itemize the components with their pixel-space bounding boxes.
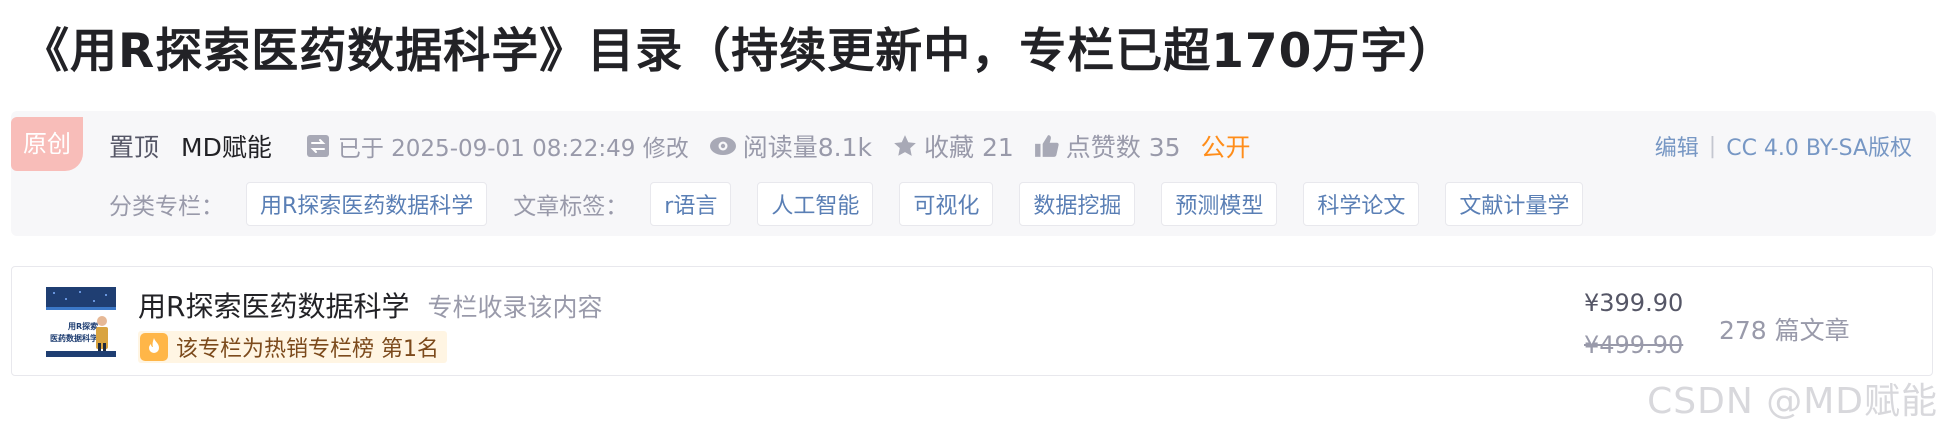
tag-bibliometrics[interactable]: 文献计量学 <box>1445 182 1584 226</box>
edit-links: 编辑 | CC 4.0 BY-SA版权 <box>1655 126 1912 166</box>
modify-icon <box>306 134 330 158</box>
read-count: 阅读量8.1k <box>742 133 872 162</box>
favorite-count[interactable]: 收藏 21 <box>924 128 1014 164</box>
tag-r-language[interactable]: r语言 <box>650 182 732 226</box>
like-count[interactable]: 点赞数 35 <box>1066 128 1181 164</box>
license-link[interactable]: CC 4.0 BY-SA版权 <box>1726 130 1912 162</box>
author-link[interactable]: MD赋能 <box>181 128 272 164</box>
article-title: 《用R探索医药数据科学》目录（持续更新中，专栏已超170万字） <box>22 24 1457 79</box>
star-icon[interactable] <box>892 133 918 159</box>
tags-row: 分类专栏： 用R探索医药数据科学 文章标签： r语言 人工智能 可视化 数据挖掘… <box>109 181 1609 227</box>
fire-icon <box>140 333 168 361</box>
category-label: 分类专栏： <box>109 194 224 220</box>
column-card[interactable]: 用R探索 医药数据科学 用R探索医药数据科学 专栏收录该内容 该专栏为热销专栏榜… <box>11 266 1933 376</box>
tag-prediction-model[interactable]: 预测模型 <box>1161 182 1278 226</box>
article-count: 278 篇文章 <box>1719 316 1850 345</box>
price-current: ¥399.90 <box>1584 289 1684 317</box>
thumbs-up-icon[interactable] <box>1034 133 1060 159</box>
edit-link[interactable]: 编辑 <box>1655 130 1699 162</box>
category-tag[interactable]: 用R探索医药数据科学 <box>246 182 488 226</box>
column-cover-image[interactable]: 用R探索 医药数据科学 <box>46 287 116 357</box>
tag-visualization[interactable]: 可视化 <box>899 182 994 226</box>
watermark: CSDN @MD赋能 <box>1647 381 1938 422</box>
tag-scientific-paper[interactable]: 科学论文 <box>1303 182 1420 226</box>
hot-rank-badge: 该专栏为热销专栏榜 第1名 <box>138 331 447 363</box>
column-subtitle: 专栏收录该内容 <box>427 293 603 322</box>
original-badge: 原创 <box>11 117 83 171</box>
hot-rank-text: 该专栏为热销专栏榜 第1名 <box>176 337 439 362</box>
modified-time: 已于 2025-09-01 08:22:49 修改 <box>337 136 689 162</box>
pinned-label: 置顶 <box>109 133 160 162</box>
tags-label: 文章标签： <box>513 194 629 220</box>
eye-icon <box>709 136 737 156</box>
divider: | <box>1708 133 1717 159</box>
svg-text:用R探索: 用R探索 <box>67 321 98 331</box>
column-title: 用R探索医药数据科学 专栏收录该内容 <box>138 285 602 325</box>
article-meta-box: 原创 置顶 MD赋能 已于 2025-09-01 08:22:49 修改 阅读量… <box>11 111 1936 236</box>
meta-row: 置顶 MD赋能 已于 2025-09-01 08:22:49 修改 阅读量8.1… <box>109 126 1251 166</box>
tag-ai[interactable]: 人工智能 <box>757 182 874 226</box>
column-name[interactable]: 用R探索医药数据科学 <box>138 285 409 325</box>
price-original: ¥499.90 <box>1584 331 1684 359</box>
tag-data-mining[interactable]: 数据挖掘 <box>1019 182 1136 226</box>
svg-text:医药数据科学: 医药数据科学 <box>50 333 98 343</box>
visibility-status: 公开 <box>1200 133 1251 162</box>
